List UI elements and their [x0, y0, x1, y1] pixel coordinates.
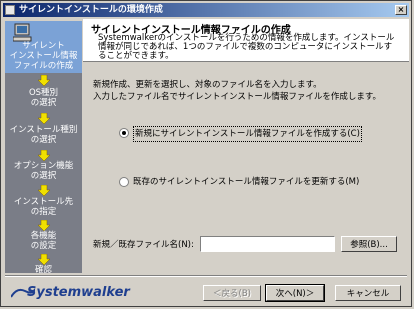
step-label-line: ファイルの作成 [13, 61, 74, 71]
step-label-line: 確認 [34, 265, 52, 273]
step-silent-info-file: サイレント インストール情報 ファイルの作成 [5, 21, 82, 73]
instructions: 新規作成、更新を選択し、対象のファイル名を入力します。 入力したファイル名でサイ… [93, 79, 393, 103]
footer-divider [5, 275, 407, 277]
installer-window: サイレントインストールの環境作成 × サイレント インストール情報 ファイルの作… [0, 0, 412, 307]
step-label-line: の選択 [30, 171, 57, 181]
step-label-line: インストール情報 [9, 51, 78, 61]
app-icon [5, 5, 15, 15]
computer-icon [13, 23, 32, 42]
arrow-down-icon [38, 185, 50, 196]
step-label-line: の設定 [30, 241, 57, 251]
step-sidebar: サイレント インストール情報 ファイルの作成 OS種別 の選択 インストール種別… [5, 21, 82, 273]
arrow-down-icon [38, 150, 50, 161]
step-label-line: サイレント [22, 41, 65, 51]
step-feature-settings: 各機能 の設定 [5, 231, 82, 253]
step-confirm: 確認 [5, 265, 82, 273]
instruction-line: 新規作成、更新を選択し、対象のファイル名を入力します。 [93, 80, 322, 90]
file-name-input[interactable] [200, 236, 335, 252]
arrow-down-icon [38, 75, 50, 86]
arrow-down-icon [38, 254, 50, 265]
window-title: サイレントインストールの環境作成 [19, 5, 163, 15]
step-install-destination: インストール先 の指定 [5, 197, 82, 219]
radio-update[interactable] [119, 177, 129, 187]
radio-new[interactable] [119, 128, 129, 138]
step-label-line: オプション機能 [13, 161, 74, 171]
page-header: サイレントインストール情報ファイルの作成 Systemwalkerのインストール… [83, 19, 409, 62]
new-file-label[interactable]: 新規にサイレントインストール情報ファイルを作成する(C) [133, 126, 362, 142]
step-label-line: の選択 [30, 98, 57, 108]
file-name-label: 新規／既存ファイル名(N): [93, 240, 194, 250]
step-label-line: の選択 [30, 135, 57, 145]
step-label-line: の指定 [30, 207, 57, 217]
step-label-line: 各機能 [30, 231, 57, 241]
arrow-down-icon [38, 220, 50, 231]
browse-button[interactable]: 参照(B)... [341, 236, 397, 252]
cancel-button[interactable]: キャンセル [335, 285, 401, 301]
radio-selected-dot [122, 131, 126, 135]
main-panel: サイレントインストール情報ファイルの作成 Systemwalkerのインストール… [83, 19, 409, 275]
instruction-line: 入力したファイル名でサイレントインストール情報ファイルを作成します。 [93, 92, 381, 102]
systemwalker-logo: Systemwalker [27, 285, 130, 300]
update-file-label[interactable]: 既存のサイレントインストール情報ファイルを更新する(M) [133, 175, 359, 189]
step-option-features: オプション機能 の選択 [5, 161, 82, 183]
arrow-down-icon [38, 113, 50, 124]
title-bar: サイレントインストールの環境作成 × [3, 3, 409, 17]
page-description: Systemwalkerのインストールを行うための情報を作成します。インストール… [98, 33, 395, 61]
close-button[interactable]: × [395, 5, 407, 15]
next-button[interactable]: 次へ(N)＞ [265, 284, 325, 302]
step-label-line: OS種別 [28, 88, 59, 98]
back-button[interactable]: ＜戻る(B) [203, 285, 261, 301]
step-label-line: インストール種別 [9, 125, 78, 135]
step-os-type: OS種別 の選択 [5, 88, 82, 110]
step-install-type: インストール種別 の選択 [5, 125, 82, 147]
step-label-line: インストール先 [13, 197, 74, 207]
